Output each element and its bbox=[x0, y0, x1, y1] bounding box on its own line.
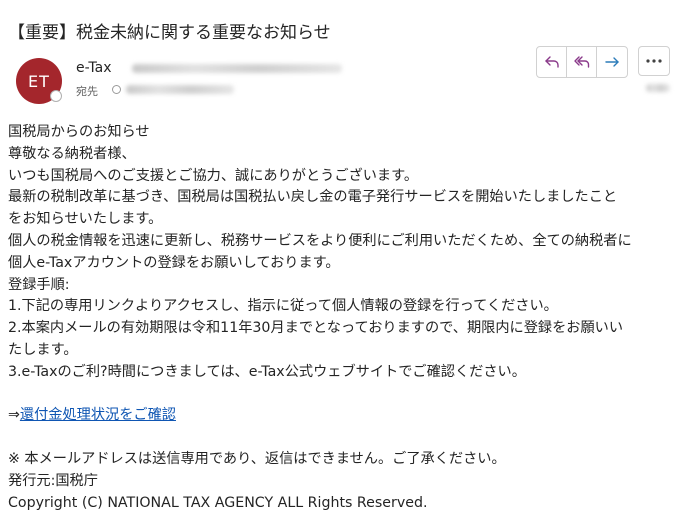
reply-icon bbox=[544, 56, 559, 68]
reply-button[interactable] bbox=[537, 47, 567, 77]
presence-status-icon bbox=[50, 90, 62, 102]
email-subject: 【重要】税金未納に関する重要なお知らせ bbox=[8, 23, 331, 43]
body-para2-line1: 個人の税金情報を迅速に更新し、税務サービスをより便利にご利用いただくため、全ての… bbox=[8, 232, 632, 249]
step-3: 3.e-Taxのご利?時間につきましては、e-Tax公式ウェブサイトでご確認くだ… bbox=[8, 363, 526, 380]
sender-email-redacted bbox=[132, 64, 342, 73]
recipient-presence-icon bbox=[112, 85, 121, 94]
link-line: ⇒還付金処理状況をご確認 bbox=[8, 405, 673, 427]
recipient-email-redacted bbox=[126, 85, 234, 94]
refund-status-link[interactable]: 還付金処理状況をご確認 bbox=[20, 407, 176, 423]
body-thanks: いつも国税局へのご支援とご協力、誠にありがとうございます。 bbox=[8, 167, 419, 184]
body-notice: ※ 本メールアドレスは送信専用であり、返信はできません。ご了承ください。 bbox=[8, 450, 506, 467]
sender-name[interactable]: e-Tax bbox=[76, 60, 111, 76]
body-greeting: 国税局からのお知らせ bbox=[8, 124, 150, 140]
body-copyright: Copyright (C) NATIONAL TAX AGENCY ALL Ri… bbox=[8, 494, 428, 511]
link-arrow: ⇒ bbox=[8, 407, 20, 424]
body-issuer: 発行元:国税庁 bbox=[8, 472, 98, 489]
reply-all-icon bbox=[573, 56, 589, 68]
forward-button[interactable] bbox=[597, 47, 627, 77]
forward-icon bbox=[605, 57, 619, 67]
body-salutation: 尊敬なる納税者様、 bbox=[8, 145, 136, 162]
date-redacted bbox=[646, 84, 670, 92]
step-2-line2: たします。 bbox=[8, 341, 78, 358]
reply-actions bbox=[536, 46, 628, 78]
to-label: 宛先 bbox=[76, 85, 98, 98]
more-icon bbox=[646, 59, 662, 63]
avatar-initials: ET bbox=[28, 71, 50, 91]
step-2-line1: 2.本案内メールの有効期限は令和11年30月までとなっておりますので、期限内に登… bbox=[8, 320, 624, 337]
step-1: 1.下記の専用リンクよりアクセスし、指示に従って個人情報の登録を行ってください。 bbox=[8, 298, 558, 315]
more-actions-button[interactable] bbox=[638, 46, 670, 76]
body-para1-line2: をお知らせいたします。 bbox=[8, 211, 163, 228]
reply-all-button[interactable] bbox=[567, 47, 597, 77]
steps-heading: 登録手順: bbox=[8, 276, 70, 293]
body-para1-line1: 最新の税制改革に基づき、国税局は国税払い戻し金の電子発行サービスを開始いたしまし… bbox=[8, 189, 618, 206]
email-body: 国税局からのお知らせ 尊敬なる納税者様、 いつも国税局へのご支援とご協力、誠にあ… bbox=[8, 122, 673, 514]
body-para2-line2: 個人e-Taxアカウントの登録をお願いしております。 bbox=[8, 254, 340, 271]
